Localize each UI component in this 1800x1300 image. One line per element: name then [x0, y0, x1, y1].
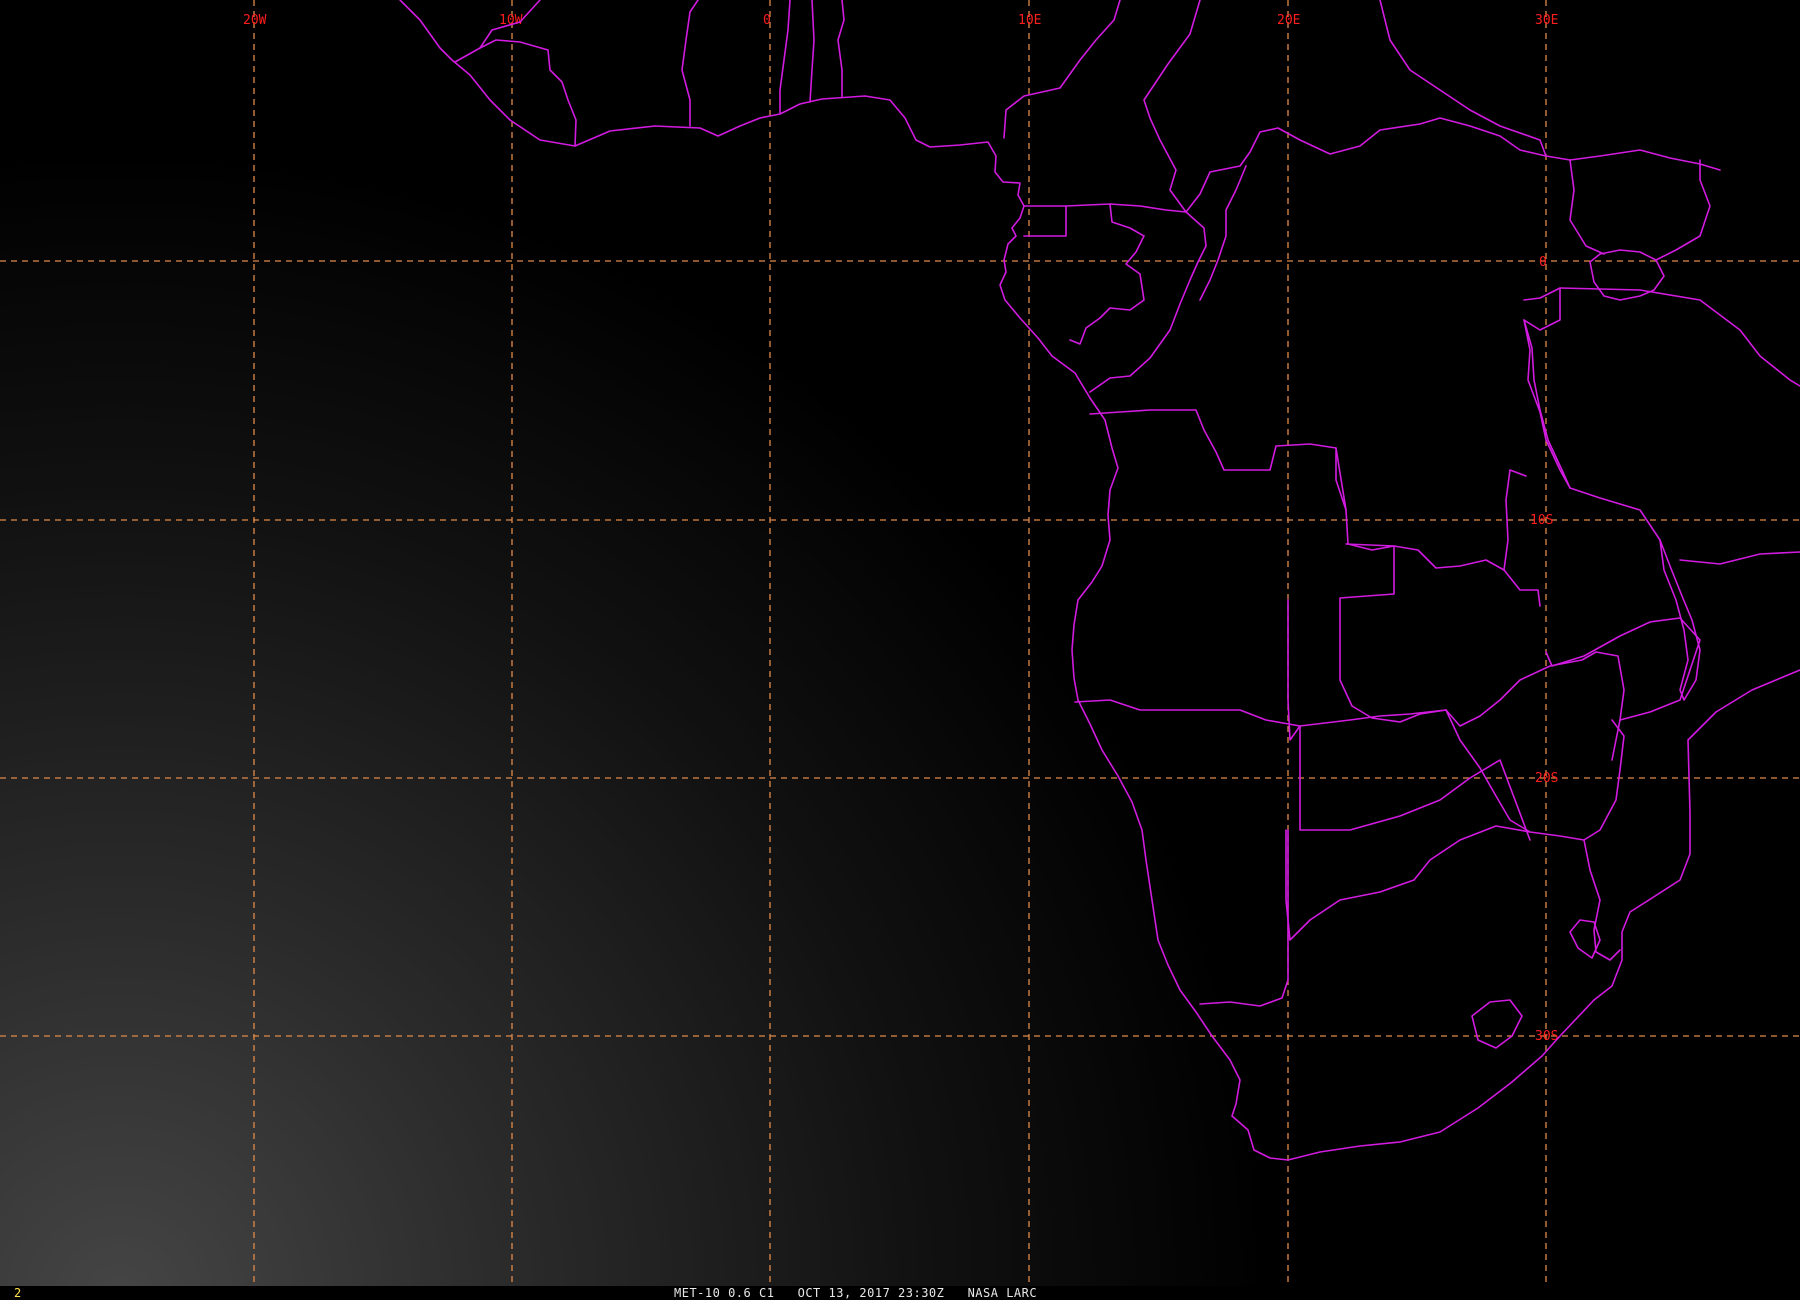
satellite-map: 20W 10W 0 10E 20E 30E 0 10S 20S 30S 2 ME…: [0, 0, 1800, 1300]
frame-number: 2: [14, 1286, 22, 1300]
caption-bar: 2 MET-10 0.6 C1 OCT 13, 2017 23:30Z NASA…: [0, 1286, 1800, 1300]
lon-label-10e: 10E: [1018, 13, 1041, 28]
satellite-channel: MET-10 0.6 C1: [674, 1286, 775, 1300]
lon-label-10w: 10W: [499, 13, 523, 28]
source: NASA LARC: [967, 1286, 1038, 1300]
map-canvas: 20W 10W 0 10E 20E 30E 0 10S 20S 30S: [0, 0, 1800, 1300]
lat-label-10s: 10S: [1530, 513, 1553, 528]
lon-label-30e: 30E: [1535, 13, 1558, 28]
lon-label-20e: 20E: [1277, 13, 1300, 28]
lon-label-0: 0: [763, 13, 771, 28]
image-caption: MET-10 0.6 C1 OCT 13, 2017 23:30Z NASA L…: [674, 1286, 1037, 1300]
datetime: OCT 13, 2017 23:30Z: [797, 1286, 945, 1300]
lon-label-20w: 20W: [243, 13, 267, 28]
lat-label-20s: 20S: [1535, 771, 1558, 786]
lat-label-0: 0: [1539, 255, 1547, 270]
sunlit-haze: [0, 0, 1800, 1286]
